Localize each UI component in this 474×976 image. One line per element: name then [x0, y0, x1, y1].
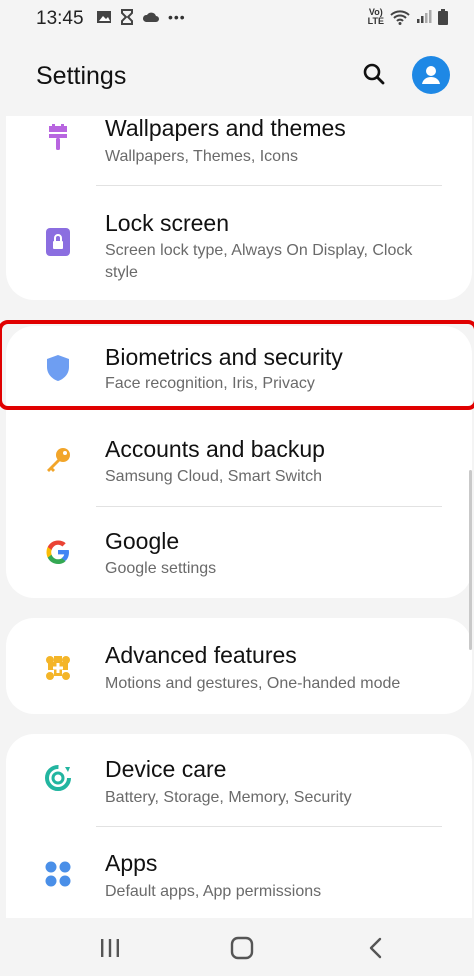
settings-item-subtitle: Battery, Storage, Memory, Security — [105, 789, 352, 806]
google-icon — [42, 536, 74, 568]
settings-card-security: Biometrics and security Face recognition… — [6, 326, 472, 598]
key-icon — [42, 444, 74, 476]
settings-item-label: Device care — [105, 756, 227, 782]
signal-icon — [416, 10, 432, 24]
back-icon — [369, 937, 382, 959]
settings-item-wallpapers[interactable]: Wallpapers and themes Wallpapers, Themes… — [6, 116, 472, 186]
settings-item-label: Biometrics and security — [105, 344, 343, 370]
settings-item-apps[interactable]: Apps Default apps, App permissions — [6, 826, 472, 918]
scrollbar[interactable] — [469, 470, 472, 650]
settings-item-label: Apps — [105, 850, 158, 876]
settings-item-accounts-backup[interactable]: Accounts and backup Samsung Cloud, Smart… — [6, 416, 472, 504]
account-avatar-button[interactable] — [412, 56, 450, 94]
search-button[interactable] — [358, 58, 390, 90]
settings-item-google[interactable]: Google Google settings — [6, 506, 472, 598]
volte-icon: Vo) LTE — [367, 7, 384, 26]
page-title: Settings — [36, 62, 127, 90]
settings-item-subtitle: Google settings — [105, 560, 217, 577]
settings-item-device-care[interactable]: Device care Battery, Storage, Memory, Se… — [6, 734, 472, 826]
navigation-bar — [0, 920, 474, 976]
home-icon — [230, 936, 254, 960]
lock-icon — [42, 226, 74, 258]
settings-item-label: Google — [105, 528, 180, 554]
settings-item-lock-screen[interactable]: Lock screen Screen lock type, Always On … — [6, 186, 472, 300]
person-icon — [422, 66, 440, 84]
settings-card-device: Device care Battery, Storage, Memory, Se… — [6, 734, 472, 918]
settings-item-subtitle: Wallpapers, Themes, Icons — [105, 148, 298, 165]
settings-item-label: Accounts and backup — [105, 436, 325, 462]
hourglass-icon — [120, 9, 134, 25]
recent-apps-icon — [101, 939, 119, 957]
home-button[interactable] — [212, 928, 272, 968]
settings-item-subtitle: Samsung Cloud, Smart Switch — [105, 468, 322, 485]
cloud-icon — [142, 11, 160, 23]
settings-item-label: Lock screen — [105, 210, 230, 236]
settings-item-subtitle: Screen lock type, Always On Display, Clo… — [105, 242, 413, 281]
status-bar: 13:45 ••• Vo) LTE — [0, 0, 474, 38]
settings-card-advanced: Advanced features Motions and gestures, … — [6, 618, 472, 714]
battery-icon — [438, 9, 448, 25]
settings-item-advanced-features[interactable]: Advanced features Motions and gestures, … — [6, 618, 472, 714]
recent-apps-button[interactable] — [80, 928, 140, 968]
app-header: Settings — [0, 52, 474, 102]
status-time: 13:45 — [36, 8, 84, 29]
apps-icon — [42, 858, 74, 890]
settings-item-biometrics[interactable]: Biometrics and security Face recognition… — [6, 326, 472, 412]
shield-icon — [42, 352, 74, 384]
back-button[interactable] — [346, 928, 406, 968]
wifi-icon — [390, 9, 410, 25]
settings-item-subtitle: Default apps, App permissions — [105, 883, 322, 900]
brush-icon — [42, 122, 74, 154]
settings-card-personalization: Wallpapers and themes Wallpapers, Themes… — [6, 116, 472, 300]
settings-item-label: Advanced features — [105, 642, 297, 668]
device-care-icon — [42, 762, 74, 794]
image-icon — [96, 10, 112, 24]
search-icon — [363, 63, 385, 85]
more-icon: ••• — [168, 9, 186, 25]
plus-gear-icon — [42, 652, 74, 684]
settings-item-subtitle: Face recognition, Iris, Privacy — [105, 375, 315, 392]
settings-item-subtitle: Motions and gestures, One-handed mode — [105, 675, 401, 692]
settings-item-label: Wallpapers and themes — [105, 116, 346, 141]
